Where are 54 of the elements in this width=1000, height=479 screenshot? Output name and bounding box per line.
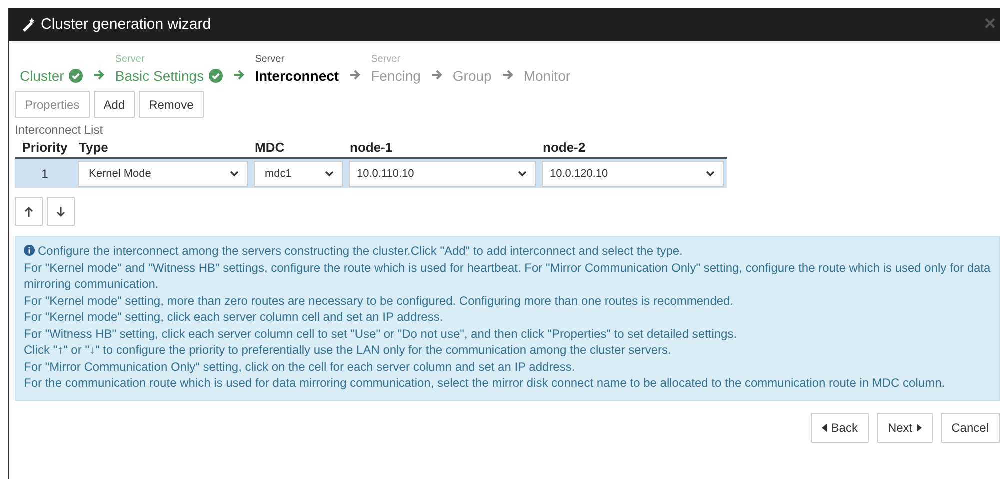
column-header: node-1 [349, 140, 394, 154]
arrow-up-icon [24, 206, 34, 218]
next-button[interactable]: Next [876, 412, 933, 442]
back-button[interactable]: Back [811, 412, 869, 442]
chevron-down-icon [705, 169, 716, 178]
column-header: Priority [21, 140, 69, 154]
step-label: Fencing [371, 67, 421, 85]
chevron-down-icon [517, 169, 528, 178]
move-up-button[interactable] [15, 197, 43, 226]
wand-icon [21, 16, 37, 32]
toolbar-button[interactable]: Add [94, 91, 136, 118]
info-icon [24, 245, 35, 256]
table-row[interactable]: 1 Kernel Mode mdc1 10.0.110.10 10.0.120.10 [15, 159, 727, 188]
step-label: Monitor [524, 67, 571, 85]
arrow-icon [232, 68, 246, 82]
step-group-label: Server [255, 54, 286, 66]
info-text: Click "↑" or "↓" to configure the priority to preferentially use the LAN only for the communication among the cluster servers. [24, 343, 672, 357]
info-text: For "Kernel mode" setting, more than zero routes are necessary to be configured. Configuring more than one routes is recommended. [24, 294, 734, 308]
step-label: Cluster [20, 67, 64, 85]
column-header: node-2 [542, 140, 587, 154]
dropdown[interactable]: Kernel Mode [78, 160, 248, 186]
plain-button[interactable]: Cancel [940, 412, 1000, 442]
step-group-label: Server [115, 54, 146, 66]
caret-right-icon [916, 424, 922, 432]
info-text: For "Kernel mode" setting, click each server column cell and set an IP address. [24, 310, 444, 324]
check-circle-icon [209, 69, 224, 83]
chevron-down-icon [324, 169, 335, 178]
arrow-icon [348, 68, 362, 82]
arrow-down-icon [56, 206, 66, 218]
step-label: Interconnect [255, 67, 340, 85]
column-header: MDC [254, 140, 286, 154]
chevron-down-icon [229, 169, 240, 178]
column-header: Type [78, 140, 110, 154]
move-down-button[interactable] [47, 197, 75, 226]
info-text: For "Mirror Communication Only" setting, click on the cell for each server column and set an IP address. [24, 360, 576, 374]
dropdown[interactable]: 10.0.120.10 [542, 160, 724, 186]
check-circle-icon [69, 69, 84, 83]
priority-cell-text: 1 [40, 166, 50, 180]
arrow-icon [500, 68, 515, 82]
info-text: For "Kernel mode" and "Witness HB" settings, configure the route which is used for heartbeat. For "Mirror Communication Only" setting, configure the route which is used only for data mirroring communication. [24, 260, 991, 291]
info-text: For "Witness HB" setting, click each server column cell to set "Use" or "Do not use", and then click "Properties" to set detailed settings. [24, 326, 738, 340]
arrow-icon [92, 68, 106, 82]
step-label: Group [452, 67, 492, 85]
arrow-icon [430, 68, 444, 82]
step-group-label: Server [371, 54, 402, 66]
list-title: Interconnect List [15, 123, 104, 137]
dropdown[interactable]: 10.0.110.10 [349, 160, 536, 186]
caret-left-icon [822, 424, 828, 432]
info-text: For the communication route which is used for data mirroring communication, select the mirror disk connect name to be allocated to the communication route in MDC column. [24, 376, 946, 390]
window-title: Cluster generation wizard [41, 16, 212, 33]
toolbar-button[interactable]: Remove [139, 91, 204, 118]
dropdown[interactable]: mdc1 [254, 160, 343, 186]
step-label: Basic Settings [115, 67, 204, 85]
info-text: Configure the interconnect among the servers constructing the cluster.Click "Add" to add interconnect and select the type. [38, 244, 683, 258]
